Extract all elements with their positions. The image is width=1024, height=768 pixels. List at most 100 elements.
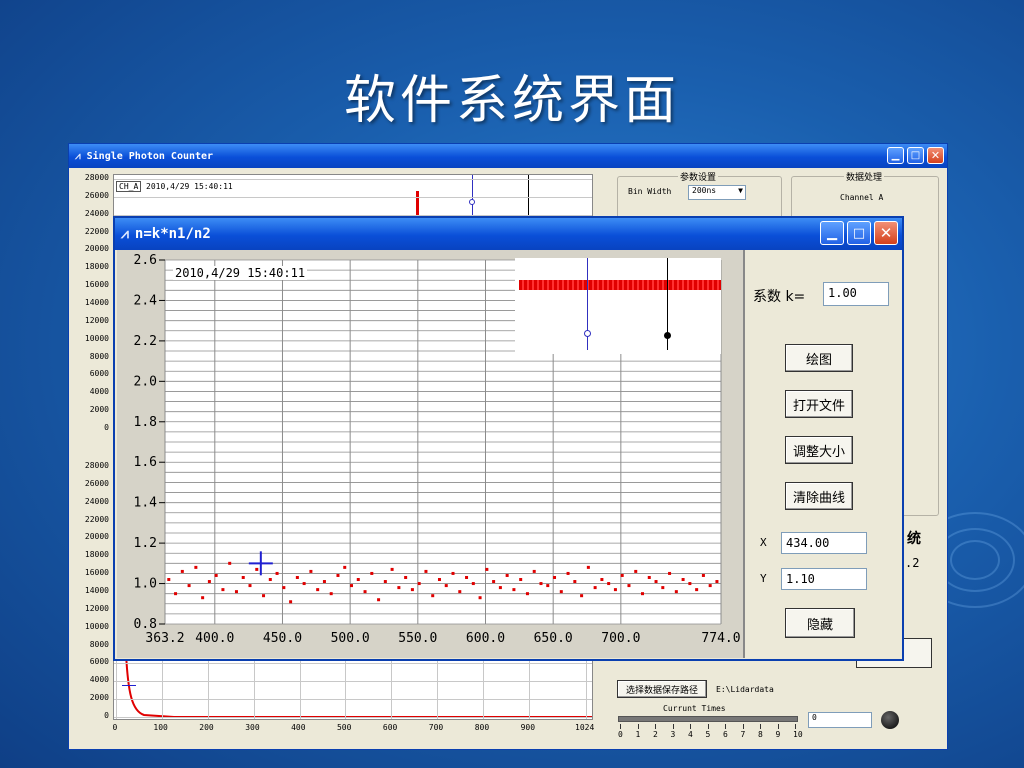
data-point — [194, 565, 198, 569]
x-label: X — [760, 536, 767, 549]
slider-tick — [655, 724, 656, 729]
current-times-field[interactable]: 0 — [808, 712, 872, 728]
current-times-value: 0 — [812, 713, 817, 722]
partial-label: 统 — [907, 531, 921, 547]
coef-label: 系数 k= — [753, 289, 806, 305]
data-point — [471, 582, 475, 586]
status-led — [881, 711, 899, 729]
y-tick-label: 16000 — [84, 568, 109, 578]
slider-tick-label: 8 — [758, 730, 763, 739]
x-tick-label: 400.0 — [195, 631, 234, 646]
data-point — [275, 571, 279, 575]
maximize-button[interactable]: □ — [907, 147, 924, 164]
y-input[interactable]: 1.10 — [781, 568, 867, 590]
data-point — [343, 565, 347, 569]
maximize-button[interactable]: □ — [847, 221, 871, 245]
x-tick-label: 550.0 — [398, 631, 437, 646]
coef-input[interactable]: 1.00 — [823, 282, 889, 306]
x-tick-label: 800 — [474, 723, 490, 732]
overview-inset — [515, 258, 721, 354]
y-label: Y — [760, 572, 767, 585]
clear-curve-button[interactable]: 清除曲线 — [785, 482, 853, 510]
data-point — [546, 584, 550, 588]
data-point — [688, 582, 692, 586]
cursor-crosshair[interactable] — [122, 685, 136, 686]
top-chart-timestamp: 2010,4/29 15:40:11 — [146, 182, 233, 191]
minimize-button[interactable]: ▁ — [820, 221, 844, 245]
chevron-down-icon: ▼ — [738, 186, 743, 195]
data-point — [268, 578, 272, 582]
data-point — [370, 571, 374, 575]
data-point — [228, 561, 232, 565]
data-point — [566, 571, 570, 575]
data-point — [559, 590, 563, 594]
resize-button[interactable]: 调整大小 — [785, 436, 853, 464]
data-point — [241, 575, 245, 579]
overview-cursor-marker[interactable] — [664, 332, 671, 339]
y-tick-label: 1.6 — [134, 455, 157, 470]
y-tick-label: 8000 — [89, 351, 109, 361]
data-point — [553, 575, 557, 579]
y-tick-label: 24000 — [84, 496, 109, 506]
hide-button[interactable]: 隐藏 — [785, 608, 855, 638]
close-button[interactable]: ✕ — [874, 221, 898, 245]
bin-width-value: 200ns — [692, 186, 717, 195]
data-point — [600, 578, 604, 582]
slider-tick — [760, 724, 761, 729]
data-point — [580, 594, 584, 598]
data-point — [350, 584, 354, 588]
data-point — [634, 569, 638, 573]
slider-tick-label: 1 — [635, 730, 641, 739]
y-tick-label: 2000 — [89, 693, 109, 703]
select-save-path-button[interactable]: 选择数据保存路径 — [617, 680, 707, 698]
x-input[interactable]: 434.00 — [781, 532, 867, 554]
close-button[interactable]: ✕ — [927, 147, 944, 164]
channel-label: Channel A — [840, 193, 884, 202]
data-point — [207, 580, 211, 584]
current-times-slider[interactable] — [618, 716, 798, 722]
data-point — [498, 586, 502, 590]
x-tick-label: 500.0 — [331, 631, 370, 646]
y-tick-label: 18000 — [84, 262, 109, 272]
overview-cursor-marker[interactable] — [584, 330, 591, 337]
data-point — [674, 590, 678, 594]
cursor-marker[interactable] — [469, 199, 475, 205]
dialog-chart-panel: 363.2 400.0 450.0 500.0 550.0 600.0 650.0 700.0… — [117, 250, 745, 658]
y-tick-label: 10000 — [84, 621, 109, 631]
bin-width-select[interactable]: 200ns ▼ — [688, 185, 746, 200]
bottom-chart-xaxis: 0 100 200 300 400 500 600 700 800 900 1024 — [113, 722, 595, 736]
y-tick-label: 26000 — [84, 478, 109, 488]
data-point — [607, 582, 611, 586]
plot-button[interactable]: 绘图 — [785, 344, 853, 372]
y-tick-label: 2.2 — [134, 334, 157, 349]
slider-tick — [795, 724, 796, 729]
data-point — [214, 573, 218, 577]
params-group-title: 参数设置 — [678, 170, 719, 183]
bin-width-label: Bin Width — [628, 187, 672, 196]
y-tick-label: 2.0 — [134, 374, 157, 389]
data-point — [431, 594, 435, 598]
y-tick-label: 0 — [104, 423, 109, 432]
y-tick-label: 0.8 — [134, 617, 157, 632]
data-point — [593, 586, 597, 590]
data-point — [234, 590, 238, 594]
data-point — [661, 586, 665, 590]
main-title: Single Photon Counter — [86, 150, 214, 162]
y-tick-label: 10000 — [84, 333, 109, 343]
data-point — [519, 578, 523, 582]
open-file-button[interactable]: 打开文件 — [785, 390, 853, 418]
x-tick-label: 900 — [520, 723, 536, 732]
data-point — [627, 584, 631, 588]
slider-tick-label: 9 — [775, 730, 781, 739]
y-tick-label: 20000 — [84, 532, 109, 542]
main-titlebar: ⩘ Single Photon Counter ▁ □ ✕ — [69, 144, 947, 168]
y-tick-label: 12000 — [84, 603, 109, 613]
dialog-window: ⩘ n=k*n1/n2 ▁ □ ✕ 363.2 400.0 450.0 500.0 55… — [113, 216, 904, 661]
x-tick-label: 300 — [245, 723, 260, 732]
data-point — [640, 592, 644, 596]
y-tick-label: 6000 — [89, 369, 109, 379]
slider-tick-label: 2 — [653, 730, 658, 739]
y-tick-label: 22000 — [84, 226, 109, 236]
slider-tick-label: 3 — [670, 730, 676, 739]
minimize-button[interactable]: ▁ — [887, 147, 904, 164]
